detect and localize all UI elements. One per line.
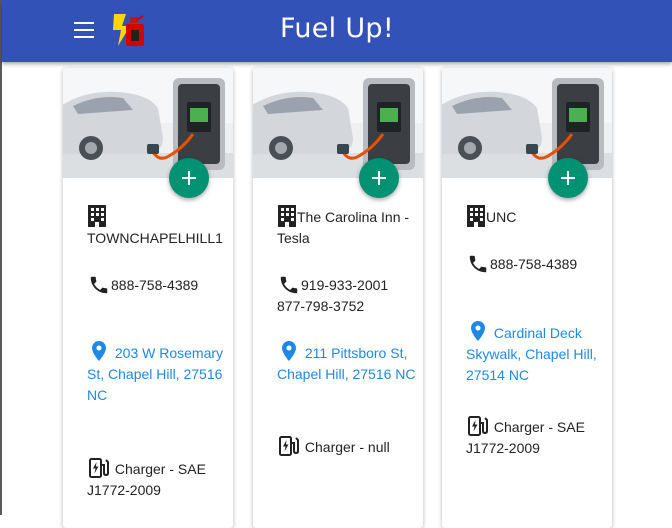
station-name: UNC: [486, 209, 517, 225]
station-address-field[interactable]: 203 W Rosemary St, Chapel Hill, 27516 NC: [87, 338, 227, 406]
add-icon[interactable]: [548, 158, 588, 198]
building-icon: [88, 205, 106, 227]
station-name-field: TOWNCHAPELHILL1: [87, 204, 227, 249]
station-address-field[interactable]: 211 Pittsboro St, Chapel Hill, 27516 NC: [277, 338, 417, 385]
station-charger-field: Charger - SAE J1772-2009: [466, 414, 606, 459]
phone-icon: [280, 276, 298, 294]
phone-icon: [469, 255, 487, 273]
ev-charger-icon: [89, 458, 109, 478]
station-card: UNC 888-758-4389 Cardinal Deck Skywalk, …: [442, 68, 612, 528]
add-icon[interactable]: [169, 158, 209, 198]
app-bar: Fuel Up!: [2, 0, 672, 62]
station-address-field[interactable]: Cardinal Deck Skywalk, Chapel Hill, 2751…: [466, 318, 606, 386]
station-card: TOWNCHAPELHILL1 888-758-4389 203 W Rosem…: [63, 68, 233, 528]
ev-charger-photo: [63, 68, 233, 178]
location-pin-icon: [282, 341, 296, 361]
building-icon: [278, 205, 296, 227]
station-phone-field: 888-758-4389: [87, 274, 227, 296]
location-pin-icon: [92, 341, 106, 361]
ev-charger-photo: [442, 68, 612, 178]
station-name-field: The Carolina Inn - Tesla: [277, 204, 417, 249]
station-name: TOWNCHAPELHILL1: [87, 230, 223, 246]
station-charger: Charger - null: [304, 439, 390, 455]
ev-charger-icon: [468, 416, 488, 436]
station-charger-field: Charger - SAE J1772-2009: [87, 456, 227, 501]
station-phone-field: 919-933-2001 877-798-3752: [277, 274, 417, 317]
ev-charger-photo: [253, 68, 423, 178]
phone-icon: [90, 276, 108, 294]
station-card: The Carolina Inn - Tesla 919-933-2001 87…: [253, 68, 423, 528]
building-icon: [467, 205, 485, 227]
ev-charger-icon: [279, 436, 299, 456]
station-charger-field: Charger - null: [277, 434, 417, 458]
station-name-field: UNC: [466, 204, 606, 228]
window-edge: [0, 0, 2, 515]
station-name: The Carolina Inn - Tesla: [277, 209, 410, 246]
station-phone: 888-758-4389: [490, 256, 578, 272]
station-phone: 888-758-4389: [111, 277, 199, 293]
add-icon[interactable]: [359, 158, 399, 198]
app-title: Fuel Up!: [280, 13, 394, 44]
station-phone-field: 888-758-4389: [466, 253, 606, 275]
location-pin-icon: [471, 321, 485, 341]
